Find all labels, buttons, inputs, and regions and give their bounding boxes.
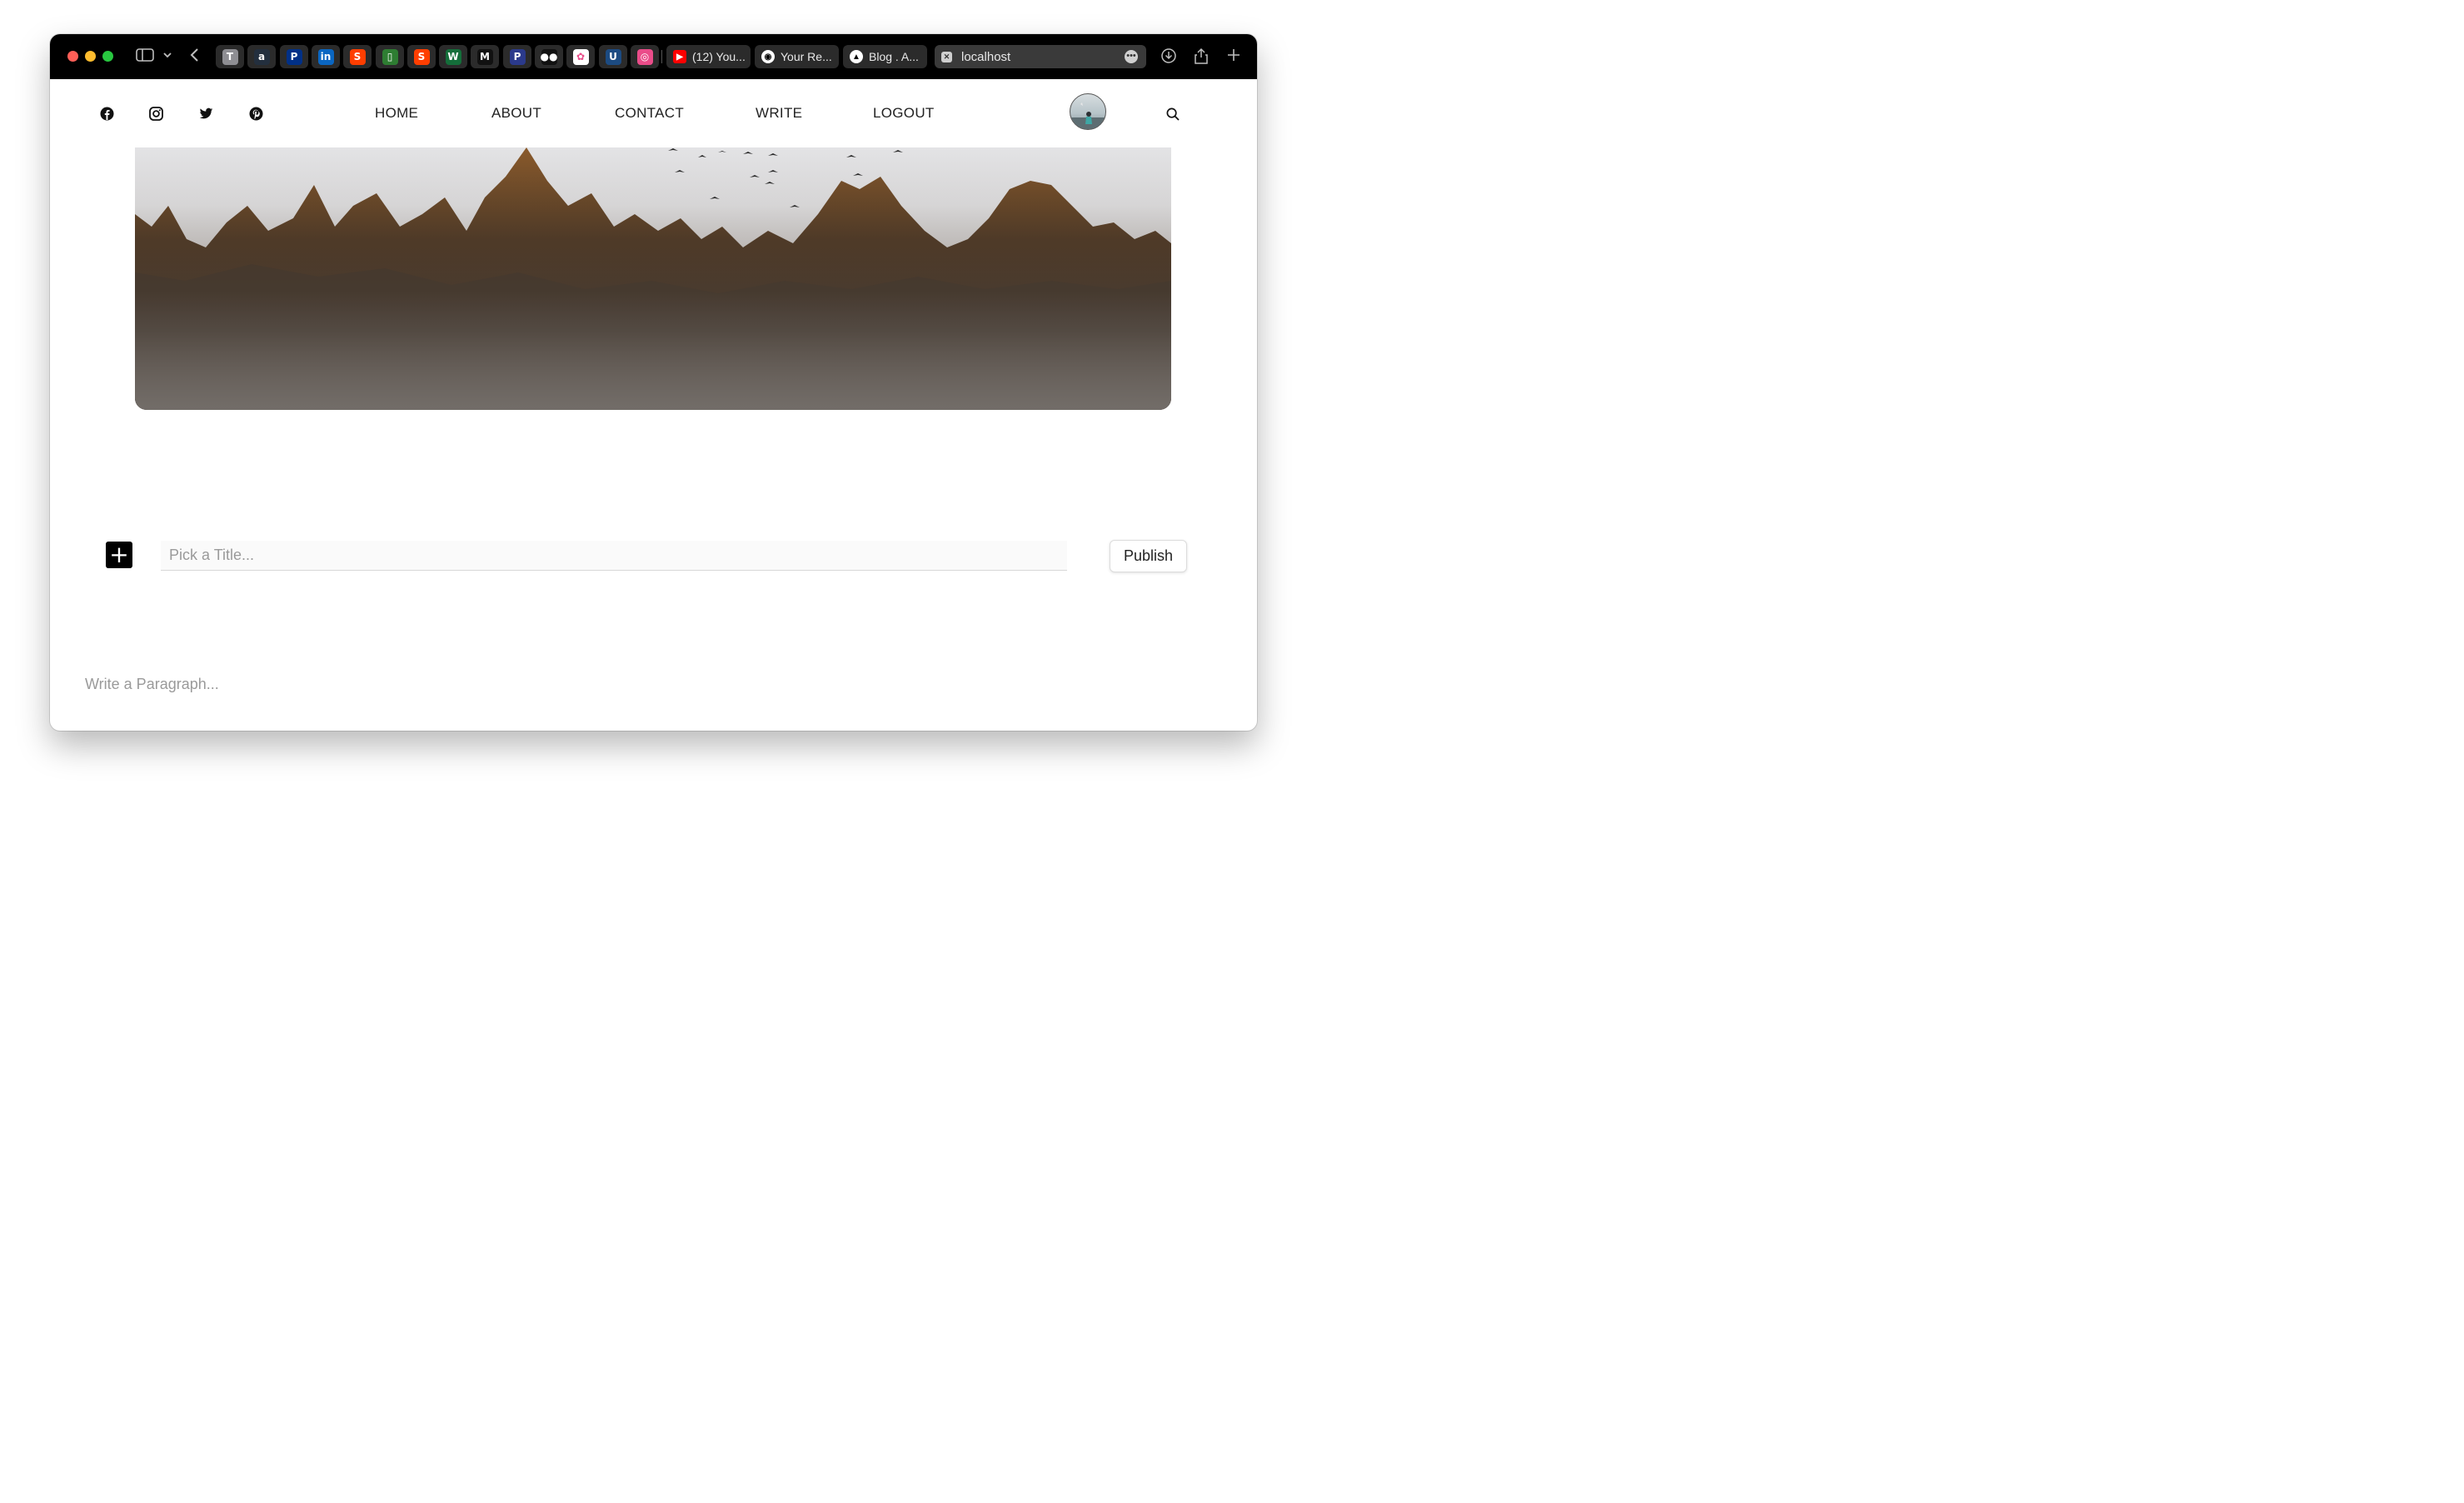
header-image [135, 147, 1171, 410]
pinned-tab[interactable]: U [599, 45, 627, 68]
title-input[interactable] [161, 541, 1067, 571]
webflow-icon: W [445, 48, 461, 65]
tab-separator [661, 50, 662, 63]
publish-button[interactable]: Publish [1110, 540, 1187, 572]
browser-titlebar: Ta Pin S ▯ S W M P ●● ✿ U ◎ ▶ (12) You... ◉ Your Re… [50, 34, 1257, 79]
github-icon: ◉ [761, 50, 775, 63]
pinned-tab[interactable]: a [247, 45, 276, 68]
more-options-icon[interactable]: ••• [1125, 50, 1138, 63]
add-image-button[interactable]: + [106, 542, 132, 568]
tab-label: Blog . A... [869, 50, 919, 63]
pinned-tab[interactable]: P [503, 45, 531, 68]
pinned-tab[interactable]: ▯ [376, 45, 404, 68]
svelte-icon: S [349, 48, 366, 65]
linkedin-icon: in [317, 48, 334, 65]
nav-home[interactable]: HOME [375, 105, 418, 122]
facebook-icon[interactable] [100, 107, 114, 121]
producthunt-icon: P [509, 48, 526, 65]
tab-label: localhost [961, 49, 1011, 64]
svelte-icon: S [413, 48, 430, 65]
pinterest-icon[interactable] [249, 107, 263, 121]
back-arrow-icon[interactable] [188, 47, 202, 67]
nav-about[interactable]: ABOUT [491, 105, 541, 122]
new-tab-icon[interactable] [1225, 47, 1242, 67]
udemy-icon: U [605, 48, 621, 65]
pinned-tab[interactable]: in [312, 45, 340, 68]
nav-logout[interactable]: LOGOUT [873, 105, 935, 122]
nav-write[interactable]: WRITE [756, 105, 802, 122]
tab-label: (12) You... [692, 50, 746, 63]
site-header: HOME ABOUT CONTACT WRITE LOGOUT [50, 79, 1257, 147]
pinned-tab[interactable]: ◎ [631, 45, 659, 68]
nav-contact[interactable]: CONTACT [615, 105, 684, 122]
paragraph-input[interactable] [85, 676, 1085, 701]
paypal-icon: P [286, 48, 302, 65]
vercel-icon: ▲ [850, 50, 863, 63]
pinned-tab[interactable]: P [280, 45, 308, 68]
figma-icon: ✿ [572, 48, 589, 65]
instagram-icon[interactable] [149, 107, 163, 121]
tab-localhost[interactable]: ✕ localhost ••• [935, 45, 1146, 68]
pinned-tab[interactable]: T [216, 45, 244, 68]
pinned-tab[interactable]: ✿ [566, 45, 595, 68]
chevron-down-icon[interactable] [162, 47, 173, 67]
dribbble-icon: ◎ [636, 48, 653, 65]
browser-window: Ta Pin S ▯ S W M P ●● ✿ U ◎ ▶ (12) You... ◉ Your Re… [50, 34, 1257, 731]
zoom-window-button[interactable] [102, 51, 113, 62]
localhost-icon: ✕ [941, 51, 952, 62]
avatar[interactable] [1070, 93, 1106, 130]
tab-blog[interactable]: ▲ Blog . A... [843, 45, 927, 68]
minimize-window-button[interactable] [85, 51, 96, 62]
green-book-icon: ▯ [382, 48, 398, 65]
medium-dots-icon: ●● [541, 48, 557, 65]
pinned-tab[interactable]: ●● [535, 45, 563, 68]
tab-label: Your Re... [781, 50, 832, 63]
twitter-icon[interactable] [199, 107, 213, 121]
amazon-icon: a [253, 48, 270, 65]
t-letter-icon: T [222, 48, 238, 65]
tab-github[interactable]: ◉ Your Re... [755, 45, 839, 68]
tab-youtube[interactable]: ▶ (12) You... [666, 45, 751, 68]
share-icon[interactable] [1193, 47, 1210, 69]
download-icon[interactable] [1160, 47, 1177, 69]
close-window-button[interactable] [67, 51, 78, 62]
sidebar-toggle-icon[interactable] [136, 47, 154, 67]
medium-icon: M [476, 48, 493, 65]
search-icon[interactable] [1166, 107, 1180, 121]
pinned-tab[interactable]: W [439, 45, 467, 68]
pinned-tab[interactable]: M [471, 45, 499, 68]
pinned-tab[interactable]: S [343, 45, 372, 68]
pinned-tab[interactable]: S [407, 45, 436, 68]
youtube-icon: ▶ [673, 50, 686, 63]
